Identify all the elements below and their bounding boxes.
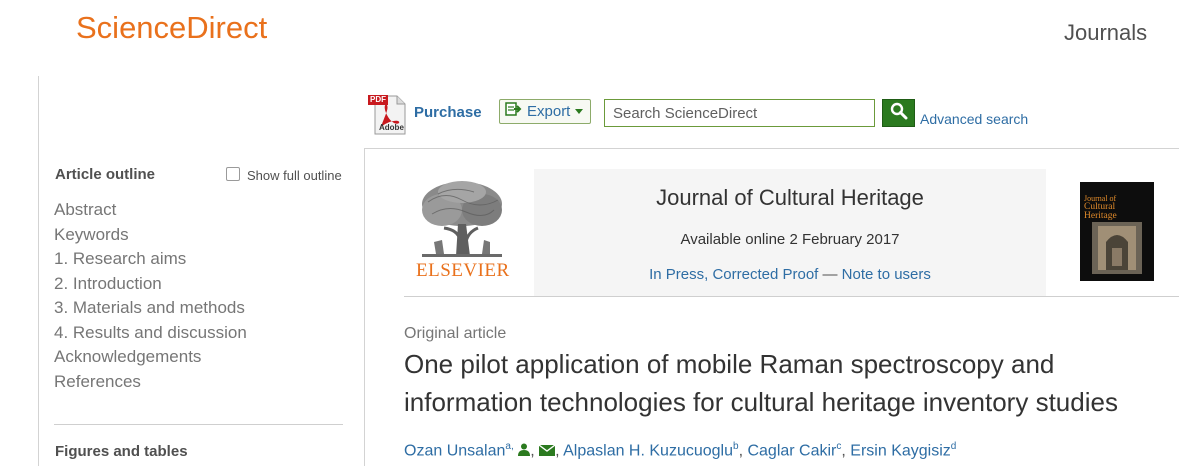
outline-item-results-discussion[interactable]: 4. Results and discussion	[54, 322, 247, 347]
export-button[interactable]: Export	[499, 99, 591, 124]
purchase-link[interactable]: Purchase	[414, 104, 482, 121]
article-type-label: Original article	[404, 325, 507, 342]
show-full-outline-checkbox[interactable]	[226, 167, 240, 181]
chevron-down-icon	[574, 103, 584, 121]
search-button[interactable]	[882, 99, 915, 127]
export-icon	[505, 102, 523, 121]
pdf-badge-text: PDF	[370, 95, 386, 104]
elsevier-logo[interactable]: ELSEVIER	[414, 180, 510, 281]
article-status: In Press, Corrected Proof — Note to user…	[534, 266, 1046, 283]
article-outline-heading: Article outline	[55, 166, 156, 183]
outline-item-abstract[interactable]: Abstract	[54, 199, 247, 224]
email-icon[interactable]	[538, 443, 556, 461]
outline-item-acknowledgements[interactable]: Acknowledgements	[54, 346, 247, 371]
outline-item-introduction[interactable]: 2. Introduction	[54, 273, 247, 298]
sidebar-divider	[54, 424, 343, 425]
export-label: Export	[527, 103, 571, 120]
figures-tables-heading: Figures and tables	[55, 443, 188, 460]
show-full-outline-label[interactable]: Show full outline	[247, 168, 342, 183]
layout-divider	[364, 148, 365, 466]
layout-divider	[38, 76, 39, 466]
author-list: Ozan Unsalana, , , Alpaslan H. Kuzucuogl…	[404, 441, 957, 461]
banner-divider	[404, 296, 1179, 297]
article-title: One pilot application of mobile Raman sp…	[404, 349, 1118, 417]
person-icon[interactable]	[518, 443, 531, 461]
pdf-icon[interactable]: PDF Adobe	[367, 93, 409, 135]
cover-title: Journal of Cultural Heritage	[1084, 194, 1150, 221]
author-link[interactable]: Alpaslan H. Kuzucuoglu	[563, 442, 733, 459]
outline-item-references[interactable]: References	[54, 371, 247, 396]
outline-item-materials-methods[interactable]: 3. Materials and methods	[54, 297, 247, 322]
author-link[interactable]: Ozan Unsalan	[404, 442, 505, 459]
pdf-icon-caption: Adobe	[379, 123, 404, 132]
search-input[interactable]	[604, 99, 875, 127]
available-online-date: Available online 2 February 2017	[680, 231, 900, 248]
outline-item-research-aims[interactable]: 1. Research aims	[54, 248, 247, 273]
search-icon	[890, 102, 908, 125]
author-link[interactable]: Caglar Cakir	[747, 442, 836, 459]
advanced-search-link[interactable]: Advanced search	[920, 111, 1028, 127]
journal-title-link[interactable]: Journal of Cultural Heritage	[534, 185, 1046, 211]
status-separator: —	[822, 266, 838, 283]
article-outline-list: Abstract Keywords 1. Research aims 2. In…	[54, 199, 247, 395]
author-affiliation: d	[950, 441, 957, 452]
author-link[interactable]: Ersin Kaygisiz	[850, 442, 950, 459]
in-press-link[interactable]: In Press, Corrected Proof	[649, 266, 818, 283]
author-affiliation: a,	[505, 441, 514, 452]
note-to-users-link[interactable]: Note to users	[842, 266, 931, 283]
elsevier-wordmark: ELSEVIER	[416, 260, 510, 281]
layout-divider	[364, 148, 1179, 149]
sciencedirect-logo[interactable]: ScienceDirect	[76, 10, 267, 46]
journals-nav-link[interactable]: Journals	[1064, 20, 1147, 46]
outline-item-keywords[interactable]: Keywords	[54, 224, 247, 249]
journal-cover-image[interactable]: Journal of Cultural Heritage	[1080, 182, 1154, 281]
cover-title-line2: Cultural Heritage	[1084, 202, 1117, 221]
